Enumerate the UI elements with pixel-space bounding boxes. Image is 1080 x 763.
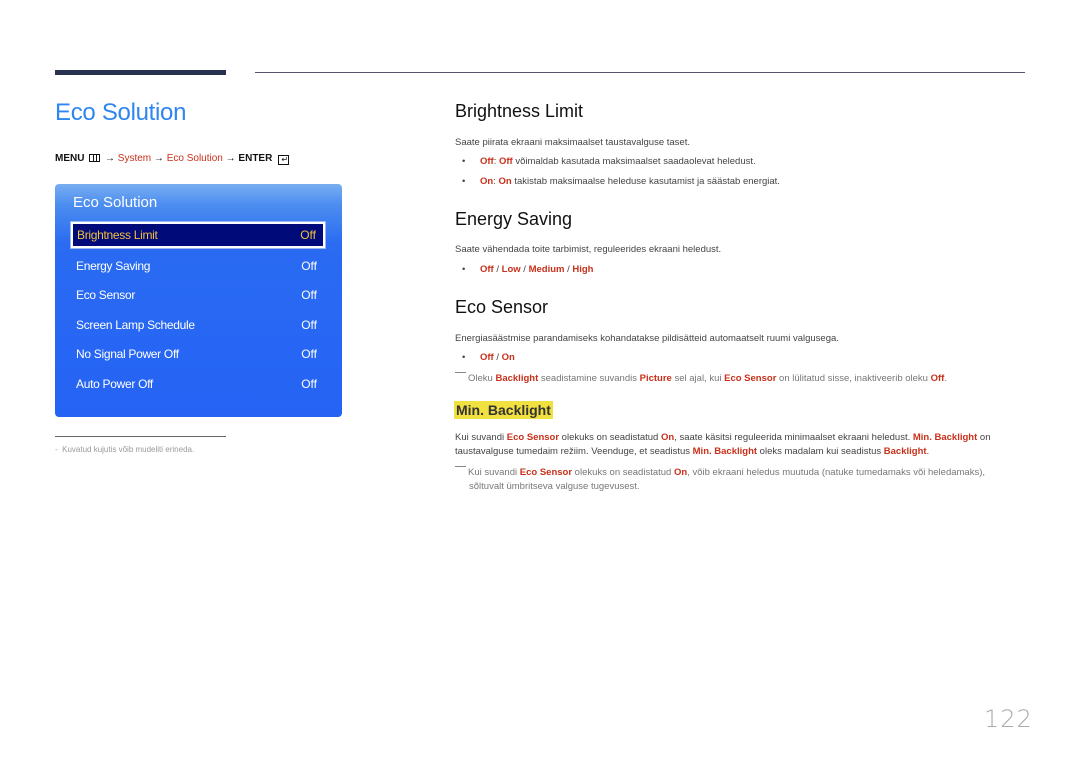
osd-item-label: Eco Sensor [76,288,136,302]
heading-energy-saving: Energy Saving [455,209,573,229]
keyword: Eco Sensor [506,432,560,443]
note-text: . [944,373,947,384]
footnote-divider [55,436,226,437]
header-bar-thick [55,70,226,75]
footnote: - Kuvatud kujutis võib mudeliti erineda. [55,445,194,454]
page-title: Eco Solution [55,99,187,126]
arrow: → [153,153,164,164]
osd-menu-eco-solution: Eco Solution Brightness Limit Off Energy… [55,184,342,417]
keyword: Backlight [883,446,927,457]
keyword: On [498,176,512,187]
bullet-text: võimaldab kasutada maksimaalset saadaole… [512,156,756,167]
osd-item-label: No Signal Power Off [76,347,179,361]
osd-item-value: Off [301,288,317,302]
osd-item-label: Brightness Limit [77,228,158,242]
keyword: Picture [639,373,672,384]
para-text: , saate käsitsi reguleerida minimaalset … [674,432,913,443]
note-text: , võib ekraani heledus muutuda (natuke t… [687,467,986,478]
energy-saving-desc: Saate vähendada toite tarbimist, regulee… [455,244,722,255]
sep: / [493,352,502,363]
para-text: taustavalguse tumedaim režiim. Veenduge,… [455,446,693,457]
menu-grid-icon [89,154,101,162]
osd-item-value: Off [300,228,316,242]
option: Off [480,352,494,363]
keyword: Eco Sensor [519,467,573,478]
osd-item-eco-sensor[interactable]: Eco Sensor Off [71,282,325,308]
min-backlight-para-line1: Kui suvandi Eco Sensor olekuks on seadis… [455,432,991,443]
note-dash [455,372,466,373]
osd-item-label: Auto Power Off [76,377,153,391]
menu-path: MENU → System → Eco Solution → ENTER ↵ [55,153,290,165]
bullet-dot: • [462,352,466,363]
keyword: Min. Backlight [692,446,758,457]
option: Low [501,264,521,275]
eco-sensor-desc: Energiasäästmise parandamiseks kohandata… [455,333,839,344]
header-rule [255,72,1025,73]
eco-sensor-note: Oleku Backlight seadistamine suvandis Pi… [455,372,947,384]
osd-item-value: Off [301,318,317,332]
note-text: Oleku [468,373,496,384]
heading-eco-sensor: Eco Sensor [455,297,549,317]
page-number: 122 [984,705,1033,733]
keyword: On [673,467,688,478]
menu-label: MENU [55,153,85,164]
option: High [572,264,594,275]
para-text: olekuks on seadistatud [559,432,661,443]
heading-brightness-limit: Brightness Limit [455,101,584,121]
note-text: sel ajal, kui [671,373,725,384]
osd-title: Eco Solution [73,194,158,211]
osd-item-value: Off [301,259,317,273]
enter-icon: ↵ [278,155,290,165]
osd-item-value: Off [301,347,317,361]
arrow: → [225,153,236,164]
osd-item-energy-saving[interactable]: Energy Saving Off [71,253,325,279]
menu-path-system: System [117,153,152,164]
option: On [501,352,515,363]
note-dash [455,466,466,467]
option: Medium [528,264,565,275]
keyword: Backlight [495,373,539,384]
note-text: olekuks on seadistatud [572,467,674,478]
note-text: Kui suvandi [468,467,520,478]
keyword: Off [499,156,513,167]
note-text: seadistamine suvandis [538,373,640,384]
option: Off [480,264,494,275]
osd-item-screen-lamp-schedule[interactable]: Screen Lamp Schedule Off [71,312,325,338]
note-text: on lülitatud sisse, inaktiveerib oleku [776,373,931,384]
osd-item-no-signal-power-off[interactable]: No Signal Power Off Off [71,341,325,367]
keyword: Off [930,373,945,384]
para-text: . [926,446,930,457]
sep: / [493,264,502,275]
keyword: On [480,176,494,187]
heading-min-backlight: Min. Backlight [454,401,553,419]
para-text: oleks madalam kui seadistus [757,446,884,457]
bullet-dot: • [462,156,466,167]
footnote-text: Kuvatud kujutis võib mudeliti erineda. [62,445,195,454]
keyword: On [660,432,675,443]
osd-item-auto-power-off[interactable]: Auto Power Off Off [71,371,325,397]
osd-item-label: Screen Lamp Schedule [76,318,195,332]
enter-label: ENTER [238,153,273,164]
osd-item-label: Energy Saving [76,259,151,273]
min-backlight-note-line1: Kui suvandi Eco Sensor olekuks on seadis… [455,466,985,478]
min-backlight-para-line2: taustavalguse tumedaim režiim. Veenduge,… [455,446,929,457]
para-text: on [977,432,991,443]
osd-item-value: Off [301,377,317,391]
osd-item-brightness-limit[interactable]: Brightness Limit Off [70,221,326,249]
bullet-text: takistab maksimaalse heleduse kasutamist… [511,176,780,187]
arrow: → [105,153,116,164]
menu-path-eco-solution: Eco Solution [166,153,223,164]
sep: / [520,264,529,275]
min-backlight-note-line2: sõltuvalt ümbritseva valguse tugevusest. [469,481,640,492]
para-text: Kui suvandi [455,432,507,443]
bullet-dot: • [462,264,466,275]
bullet-dot: • [462,176,466,187]
brightness-limit-desc: Saate piirata ekraani maksimaalset taust… [455,137,690,148]
keyword: Min. Backlight [912,432,978,443]
keyword: Off [480,156,494,167]
keyword: Eco Sensor [724,373,777,384]
